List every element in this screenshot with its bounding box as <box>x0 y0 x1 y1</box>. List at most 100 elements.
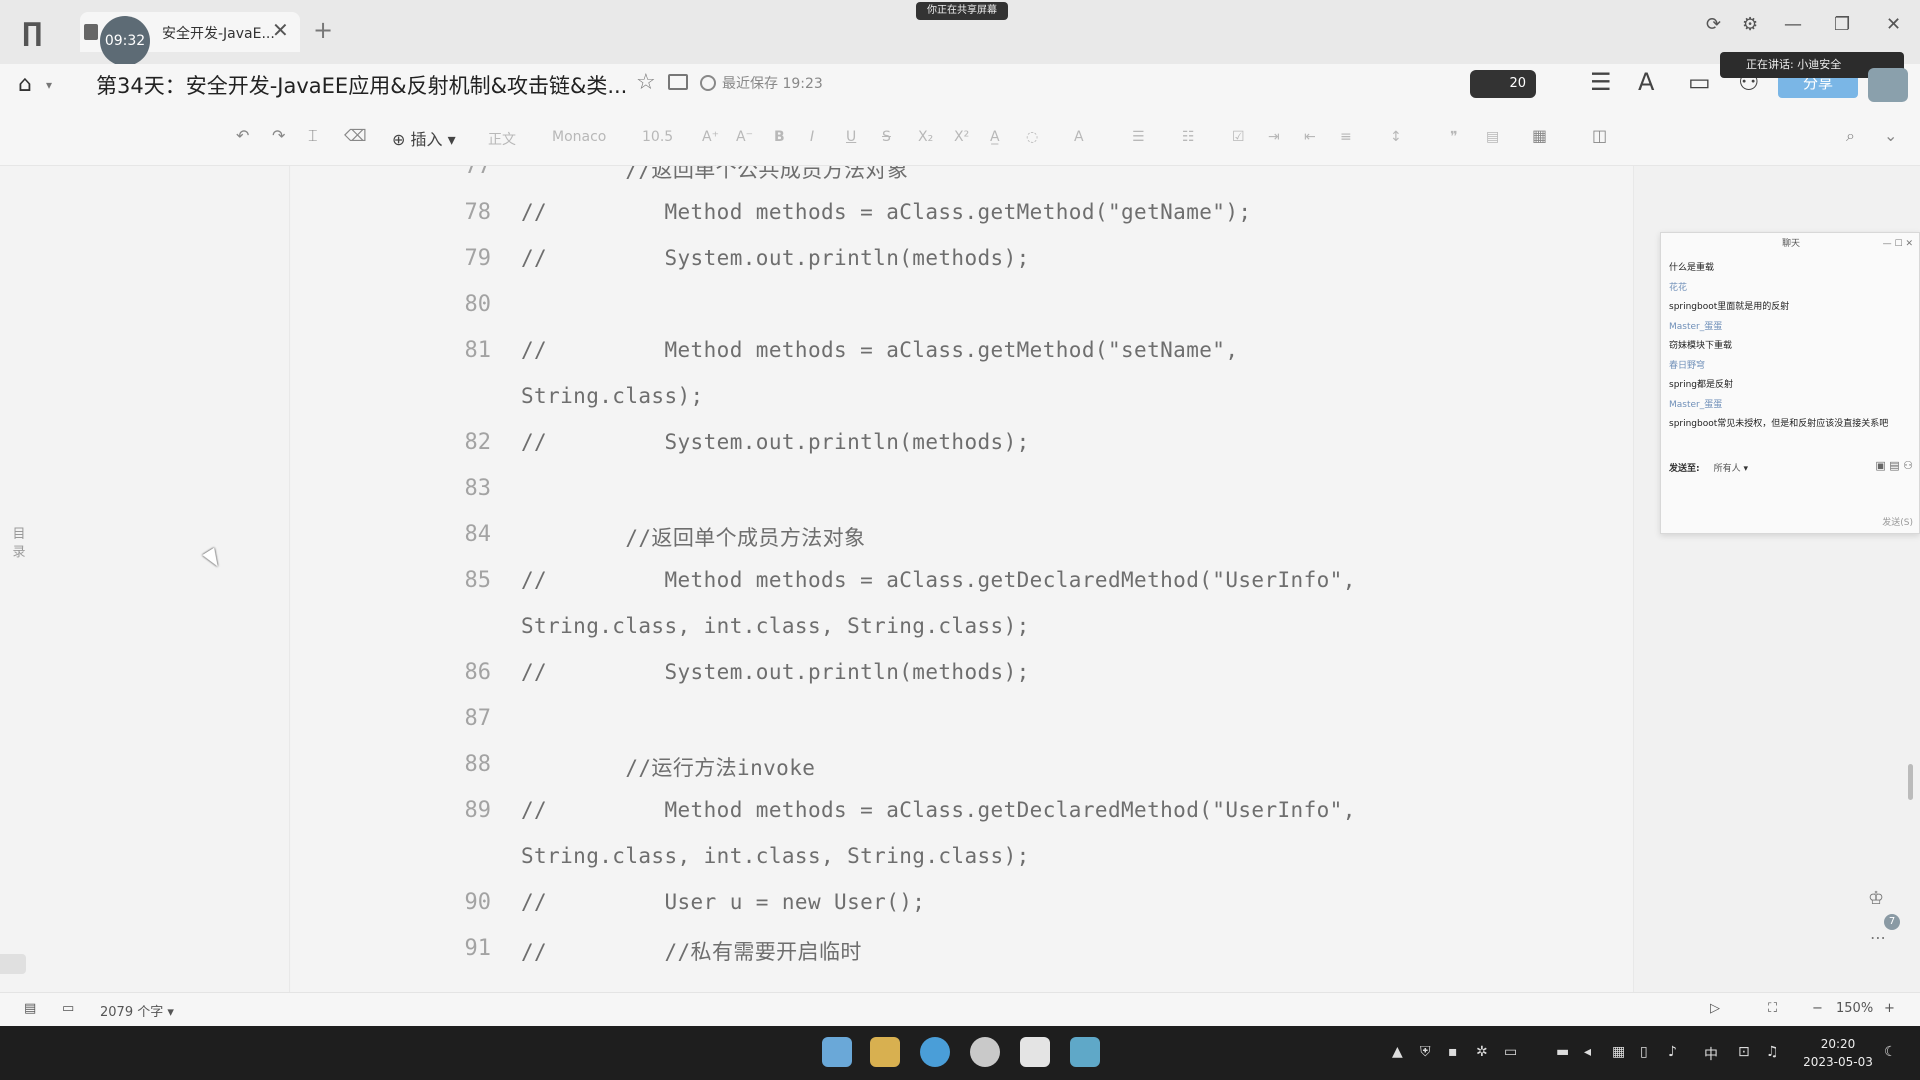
style-select[interactable]: 正文 <box>488 129 516 149</box>
search-icon[interactable]: ⌕ <box>1846 126 1855 146</box>
divider-icon[interactable]: ▤ <box>1486 129 1499 145</box>
new-tab-button[interactable]: + <box>313 18 333 42</box>
scrollbar-thumb[interactable] <box>1908 764 1913 800</box>
collapse-toolbar-icon[interactable]: ⌄ <box>1884 126 1897 145</box>
menu-icon[interactable]: ☰ <box>1590 68 1612 96</box>
chat-recipient-select[interactable]: 所有人 <box>1714 464 1741 474</box>
minimize-icon[interactable]: — <box>1784 14 1802 35</box>
start-button[interactable] <box>822 1037 852 1067</box>
tab-close-icon[interactable]: ✕ <box>272 18 289 42</box>
docs-app-icon[interactable] <box>1020 1037 1050 1067</box>
restore-icon[interactable]: ❐ <box>1834 14 1850 35</box>
document-title[interactable]: 第34天：安全开发-JavaEE应用&反射机制&攻击链&类... <box>96 70 627 100</box>
code-line[interactable]: 89 // Method methods = aClass.getDeclared… <box>291 798 1633 844</box>
superscript-icon[interactable]: X² <box>954 129 969 145</box>
redo-icon[interactable]: ↷ <box>272 126 285 145</box>
refresh-icon[interactable]: ⟳ <box>1706 14 1721 35</box>
home-icon[interactable]: ⌂ <box>18 72 32 97</box>
document-page[interactable]: 77 //返回单个公共成员方法对象 78// Method methods = a… <box>291 166 1633 992</box>
code-line[interactable]: 82 // System.out.println(methods); <box>291 430 1633 476</box>
zoom-out-button[interactable]: − <box>1812 1001 1823 1016</box>
highlight-icon[interactable]: ◌ <box>1026 129 1038 145</box>
code-line[interactable]: 91 // //私有需要开启临时 <box>291 936 1633 982</box>
doc-tab[interactable]: 09:32 安全开发-JavaE... ✕ <box>80 12 300 66</box>
display-icon[interactable]: ▭ <box>1504 1044 1517 1060</box>
outdent-icon[interactable]: ⇤ <box>1304 129 1316 145</box>
format-painter-icon[interactable]: ⌶ <box>308 126 318 146</box>
indent-icon[interactable]: ⇥ <box>1268 129 1280 145</box>
input-tray-icon[interactable]: ◂ <box>1584 1044 1591 1060</box>
code-block[interactable]: 77 //返回单个公共成员方法对象 78// Method methods = a… <box>291 166 1633 992</box>
font-size-select[interactable]: 10.5 <box>642 129 673 145</box>
code-line[interactable]: String.class, int.class, String.class); <box>291 614 1633 660</box>
code-line[interactable]: 86 // System.out.println(methods); <box>291 660 1633 706</box>
toc-tab[interactable]: 目录 <box>8 526 30 574</box>
align-icon[interactable]: ≡ <box>1340 129 1352 145</box>
play-icon[interactable]: ▷ <box>1710 1001 1720 1016</box>
text-format-icon[interactable]: A <box>1638 68 1654 96</box>
file-explorer-icon[interactable] <box>870 1037 900 1067</box>
underline-icon[interactable]: U <box>846 129 856 145</box>
network-icon[interactable]: ⊡ <box>1738 1044 1750 1060</box>
eraser-icon[interactable]: ⌫ <box>344 126 367 145</box>
meeting-app-icon[interactable] <box>1070 1037 1100 1067</box>
undo-icon[interactable]: ↶ <box>236 126 249 145</box>
tray-app-icon[interactable]: ▲ <box>1392 1044 1403 1060</box>
shield-icon[interactable]: ⛨ <box>1420 1044 1431 1060</box>
checklist-icon[interactable]: ☑ <box>1232 129 1245 145</box>
ime-indicator[interactable]: 中 <box>1704 1044 1718 1064</box>
present-icon[interactable]: ▭ <box>1688 68 1711 96</box>
tray-docs-icon[interactable]: ▪ <box>1448 1044 1458 1060</box>
star-icon[interactable]: ☆ <box>636 70 656 95</box>
more-icon[interactable]: ⋯ <box>1870 928 1886 947</box>
chat-window[interactable]: 聊天 — ☐ ✕ 什么是重载 花花 springboot里面就是用的反射 Master… <box>1660 232 1920 534</box>
code-line[interactable]: 85 // Method methods = aClass.getDeclared… <box>291 568 1633 614</box>
font-color-icon[interactable]: A <box>1074 129 1084 145</box>
table-icon[interactable]: ▦ <box>1532 126 1547 145</box>
phone-icon[interactable]: ▯ <box>1640 1044 1648 1060</box>
fullscreen-icon[interactable]: ⛶ <box>1768 1001 1777 1016</box>
puzzle-icon[interactable]: ✲ <box>1476 1044 1488 1060</box>
page-view-icon[interactable]: ▤ <box>24 1001 36 1016</box>
font-select[interactable]: Monaco <box>552 129 606 145</box>
settings-icon[interactable]: ⚙ <box>1742 14 1758 35</box>
widgets-icon[interactable]: ▦ <box>1612 1044 1625 1060</box>
increase-font-icon[interactable]: A⁺ <box>702 129 719 145</box>
bullet-list-icon[interactable]: ☰ <box>1132 129 1145 145</box>
code-line[interactable]: 77 //返回单个公共成员方法对象 <box>291 166 1633 200</box>
layout-icon[interactable]: ▭ <box>62 1001 74 1016</box>
code-line[interactable]: String.class); <box>291 384 1633 430</box>
line-spacing-icon[interactable]: ↕ <box>1390 129 1402 145</box>
word-count[interactable]: 2079 个字 ▾ <box>100 1001 174 1020</box>
close-window-icon[interactable]: ✕ <box>1886 14 1901 35</box>
outline-toggle-button[interactable] <box>0 954 26 974</box>
chrome-browser-icon[interactable] <box>970 1037 1000 1067</box>
code-line[interactable]: 80 <box>291 292 1633 338</box>
code-line[interactable]: String.class, int.class, String.class); <box>291 844 1633 890</box>
shirt-icon[interactable]: ♔ <box>1868 888 1884 909</box>
code-line[interactable]: 78 // Method methods = aClass.getMethod("… <box>291 200 1633 246</box>
microphone-icon[interactable]: ♪ <box>1668 1044 1677 1060</box>
subscript-icon[interactable]: X₂ <box>918 129 933 145</box>
chat-tools-icon[interactable]: ▣ ▤ ⚇ <box>1875 459 1913 472</box>
chat-send-button[interactable]: 发送(S) <box>1882 515 1913 528</box>
decrease-font-icon[interactable]: A⁻ <box>736 129 753 145</box>
zoom-in-button[interactable]: + <box>1884 1001 1895 1016</box>
chevron-down-icon[interactable]: ▾ <box>46 78 52 92</box>
quote-icon[interactable]: ❞ <box>1450 129 1458 145</box>
avatar[interactable] <box>1868 68 1908 102</box>
code-line[interactable]: 84 //返回单个成员方法对象 <box>291 522 1633 568</box>
bold-icon[interactable]: B <box>774 129 785 145</box>
code-line[interactable]: 87 <box>291 706 1633 752</box>
code-line[interactable]: 79 // System.out.println(methods); <box>291 246 1633 292</box>
participant-count-badge[interactable]: 20 <box>1470 70 1536 98</box>
volume-icon[interactable]: ♫ <box>1766 1044 1779 1060</box>
strikethrough-icon[interactable]: S <box>882 129 891 145</box>
italic-icon[interactable]: I <box>810 129 814 145</box>
edge-browser-icon[interactable] <box>920 1037 950 1067</box>
text-effect-icon[interactable]: A̲ <box>990 129 1000 145</box>
numbered-list-icon[interactable]: ☷ <box>1182 129 1195 145</box>
system-clock[interactable]: 20:20 2023-05-03 <box>1798 1035 1878 1071</box>
folder-icon[interactable] <box>668 74 688 90</box>
code-line[interactable]: 90 // User u = new User(); <box>291 890 1633 936</box>
